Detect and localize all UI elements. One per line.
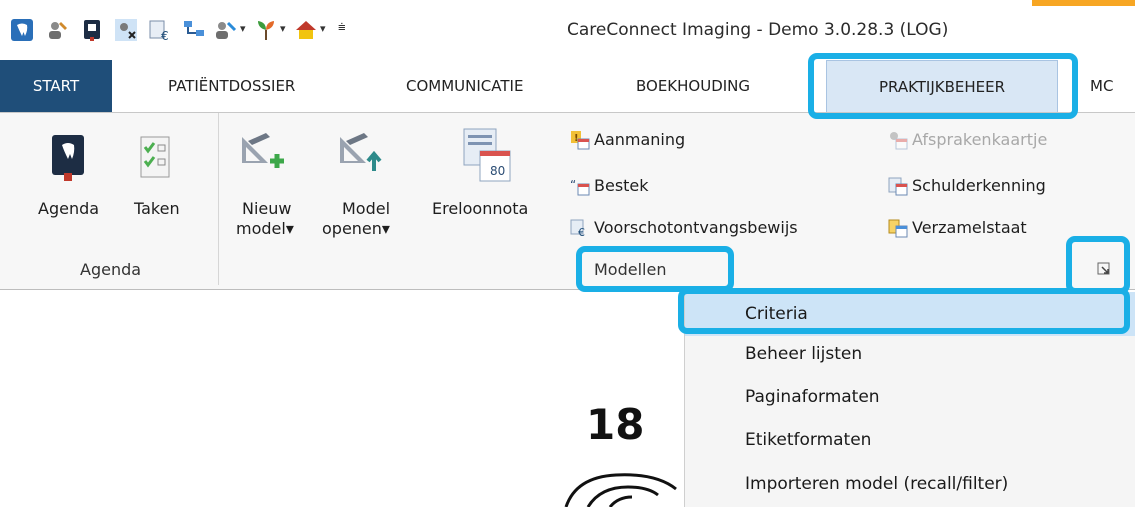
modellen-dropdown-menu: Criteria Beheer lijsten Paginaformaten E… xyxy=(684,292,1135,507)
svg-text:€: € xyxy=(578,226,585,238)
qat-dropdown-arrow-2[interactable]: ▾ xyxy=(280,22,286,35)
menu-item-beheer-lijsten[interactable]: Beheer lijsten xyxy=(685,332,1135,376)
agenda-button[interactable]: Agenda xyxy=(38,199,99,218)
qat-dropdown-arrow-1[interactable]: ▾ xyxy=(240,22,246,35)
patient-remove-icon[interactable] xyxy=(114,18,138,42)
title-accent-bar xyxy=(1032,0,1135,6)
schulderkenning-doc-icon xyxy=(888,177,908,196)
tab-mc-truncated[interactable]: MC xyxy=(1090,60,1113,112)
ribbon-tab-bar: START PATIËNTDOSSIER COMMUNICATIE BOEKHO… xyxy=(0,60,1135,113)
new-model-ruler-icon[interactable] xyxy=(238,131,286,179)
app-tooth-icon[interactable] xyxy=(10,18,34,42)
group-separator xyxy=(218,113,219,285)
dialog-launcher-icon[interactable] xyxy=(1096,261,1112,277)
tab-patientdossier[interactable]: PATIËNTDOSSIER xyxy=(168,60,295,112)
ereloonnota-button[interactable]: Ereloonnota xyxy=(432,199,528,218)
menu-item-importeren-model[interactable]: Importeren model (recall/filter) xyxy=(685,462,1135,506)
network-icon[interactable] xyxy=(182,18,206,42)
tab-praktijkbeheer[interactable]: PRAKTIJKBEHEER xyxy=(826,60,1058,113)
plant-icon[interactable] xyxy=(254,18,278,42)
bestek-quote-icon: “ xyxy=(570,178,590,196)
aanmaning-label: Aanmaning xyxy=(594,130,686,149)
model-openen-button[interactable]: openen▾ xyxy=(322,219,390,238)
svg-text:€: € xyxy=(161,29,169,42)
taken-button[interactable]: Taken xyxy=(134,199,180,218)
nieuw-model-button[interactable]: model▾ xyxy=(236,219,294,238)
afsprakenkaartje-card-icon xyxy=(890,132,908,150)
taken-checklist-icon[interactable] xyxy=(135,135,175,179)
house-icon[interactable] xyxy=(294,18,318,42)
model-openen-line1[interactable]: Model xyxy=(342,199,390,218)
title-bar: € ▾ ▾ ▾ ⩧ CareConnect Imaging - Demo 3.0… xyxy=(0,0,1135,60)
verzamelstaat-list-icon xyxy=(888,219,908,238)
people-tools-icon[interactable] xyxy=(214,18,238,42)
tooth-outline-icon xyxy=(564,473,677,507)
modellen-group-label: Modellen xyxy=(594,260,667,279)
menu-item-paginaformaten[interactable]: Paginaformaten xyxy=(685,375,1135,419)
tab-boekhouding[interactable]: BOEKHOUDING xyxy=(636,60,750,112)
svg-text:80: 80 xyxy=(490,164,505,178)
dossier-book-icon[interactable] xyxy=(80,18,104,42)
schulderkenning-label: Schulderkenning xyxy=(912,176,1046,195)
bestek-label: Bestek xyxy=(594,176,649,195)
menu-item-criteria[interactable]: Criteria xyxy=(685,292,1135,336)
afsprakenkaartje-label: Afsprakenkaartje xyxy=(912,130,1048,149)
receipt-euro-icon: € xyxy=(570,219,585,238)
svg-text:“: “ xyxy=(570,178,576,192)
aanmaning-warning-icon: ! xyxy=(571,131,590,150)
voorschotontvangsbewijs-label: Voorschotontvangsbewijs xyxy=(594,218,798,237)
agenda-book-icon[interactable] xyxy=(48,133,88,181)
verzamelstaat-label: Verzamelstaat xyxy=(912,218,1027,237)
ereloonnota-invoice-icon[interactable]: 80 xyxy=(460,127,512,183)
qat-dropdown-arrow-3[interactable]: ▾ xyxy=(320,22,326,35)
patients-tools-icon[interactable] xyxy=(46,18,70,42)
nieuw-model-line1[interactable]: Nieuw xyxy=(242,199,291,218)
open-model-ruler-icon[interactable] xyxy=(336,131,384,179)
invoice-euro-icon[interactable]: € xyxy=(148,18,172,42)
window-title: CareConnect Imaging - Demo 3.0.28.3 (LOG… xyxy=(567,20,949,40)
agenda-group-label: Agenda xyxy=(80,260,142,279)
tab-start[interactable]: START xyxy=(0,60,112,112)
tooth-number-label: 18 xyxy=(586,400,645,449)
ribbon-panel: Agenda Taken Agenda 80 Nieuw model▾ Mode… xyxy=(0,112,1135,290)
menu-item-etiketformaten[interactable]: Etiketformaten xyxy=(685,418,1135,462)
tab-communicatie[interactable]: COMMUNICATIE xyxy=(406,60,523,112)
qat-customize-icon[interactable]: ⩧ xyxy=(338,20,346,35)
